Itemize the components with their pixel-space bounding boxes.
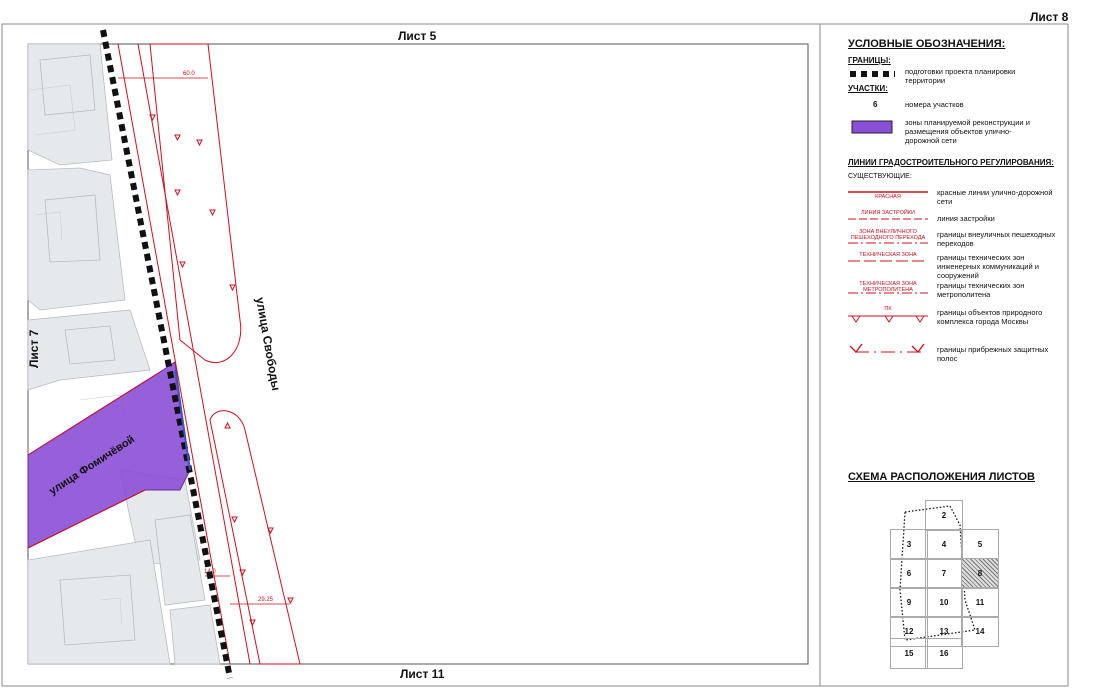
plot-number-sample: 6: [873, 100, 878, 109]
scheme-cell-4: 4: [925, 529, 963, 560]
neighbor-top-label: Лист 5: [398, 29, 437, 43]
scheme-cell-8: 8: [961, 558, 999, 589]
scheme-cell-16: 16: [925, 638, 963, 669]
sheet-title: Лист 8: [1030, 10, 1069, 24]
dim-mid: 29.25: [258, 597, 274, 603]
scheme-cell-15: 15: [890, 638, 928, 669]
pk-zone-upper: [149, 43, 242, 364]
tag-pk: ПК: [884, 306, 892, 312]
boundary-project-label: подготовки проекта планировки территории: [905, 67, 1016, 85]
label-tech-zone: границы технических зон инженерных комму…: [937, 253, 1039, 280]
existing-header: СУЩЕСТВУЮЩИЕ:: [848, 173, 912, 180]
scheme-cell-9: 9: [890, 587, 928, 618]
scheme-cell-5: 5: [961, 529, 999, 560]
lines-header: ЛИНИИ ГРАДОСТРОИТЕЛЬНОГО РЕГУЛИРОВАНИЯ:: [848, 158, 1054, 167]
label-building-line: линия застройки: [937, 214, 995, 223]
label-metro-zone: границы технических зон метрополитена: [937, 281, 1025, 299]
tag-tech-zone: ТЕХНИЧЕСКАЯ ЗОНА: [859, 252, 917, 258]
scheme-cell-14: 14: [961, 616, 999, 647]
dim-top: 60.0: [183, 71, 195, 77]
neighbor-left-label: Лист 7: [27, 329, 41, 368]
tag-building-line: ЛИНИЯ ЗАСТРОЙКИ: [861, 210, 915, 216]
tag-crossing: ЗОНА ВНЕУЛИЧНОГО ПЕШЕХОДНОГО ПЕРЕХОДА: [850, 229, 926, 241]
scheme-title: СХЕМА РАСПОЛОЖЕНИЯ ЛИСТОВ: [848, 471, 1035, 483]
scheme-cell-3: 3: [890, 529, 928, 560]
legend-title: УСЛОВНЫЕ ОБОЗНАЧЕНИЯ:: [848, 38, 1006, 50]
neighbor-bottom-label: Лист 11: [400, 667, 445, 681]
zone-label: зоны планируемой реконструкции и размеще…: [905, 118, 1030, 145]
boundaries-header: ГРАНИЦЫ:: [848, 56, 891, 65]
scheme-cell-7: 7: [925, 558, 963, 589]
scheme-cell-11: 11: [961, 587, 999, 618]
label-crossing: границы внеуличных пешеходных переходов: [937, 230, 1056, 248]
plots-header: УЧАСТКИ:: [848, 84, 888, 93]
label-shore: границы прибрежных защитных полос: [937, 345, 1049, 363]
label-red: красные линии улично-дорожной сети: [937, 188, 1053, 206]
plot-number-label: номера участков: [905, 100, 964, 109]
scheme-cell-10: 10: [925, 587, 963, 618]
tag-metro-zone: ТЕХНИЧЕСКАЯ ЗОНА МЕТРОПОЛИТЕНА: [859, 281, 917, 293]
tag-red: КРАСНАЯ: [875, 194, 901, 200]
label-pk: границы объектов природного комплекса го…: [937, 308, 1043, 326]
street-label-svobody: улица Свободы: [253, 296, 283, 392]
scheme-cell-2: 2: [925, 500, 963, 531]
scheme-cell-6: 6: [890, 558, 928, 589]
